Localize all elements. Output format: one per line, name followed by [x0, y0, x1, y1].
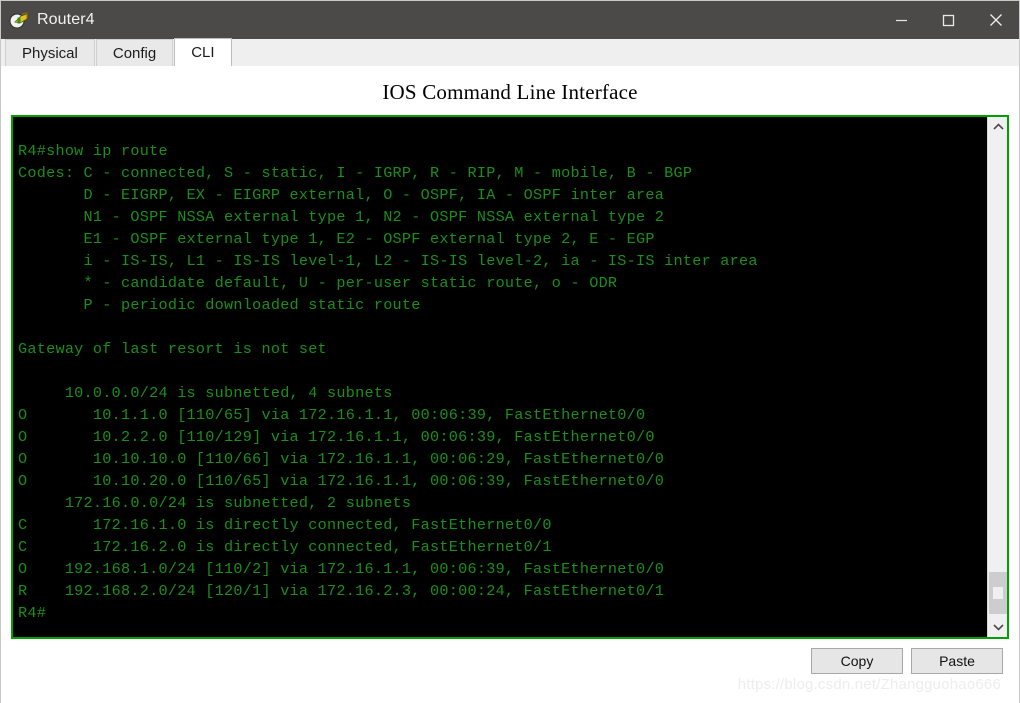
- watermark-text: https://blog.csdn.net/Zhangguohao666: [737, 676, 1001, 693]
- terminal-container: R4#show ip route Codes: C - connected, S…: [11, 115, 1009, 639]
- terminal-output[interactable]: R4#show ip route Codes: C - connected, S…: [13, 132, 987, 622]
- chevron-up-icon: [992, 123, 1004, 130]
- scrollbar-thumb[interactable]: [989, 572, 1007, 614]
- title-bar: Router4: [1, 1, 1019, 39]
- action-button-row: Copy Paste: [811, 648, 1003, 674]
- window-controls: [878, 1, 1019, 39]
- tab-cli[interactable]: CLI: [174, 38, 232, 66]
- scrollbar-up-button[interactable]: [988, 117, 1007, 137]
- close-icon: [989, 14, 1002, 26]
- cli-panel: IOS Command Line Interface R4#show ip ro…: [1, 67, 1019, 703]
- scrollbar-down-button[interactable]: [988, 617, 1007, 637]
- window-title: Router4: [37, 11, 95, 28]
- maximize-icon: [942, 14, 955, 26]
- router-device-icon: [8, 9, 30, 31]
- page-title: IOS Command Line Interface: [382, 80, 638, 104]
- maximize-button[interactable]: [925, 1, 972, 39]
- tab-strip: Physical Config CLI: [1, 38, 1019, 67]
- tab-config[interactable]: Config: [95, 39, 174, 66]
- minimize-icon: [896, 19, 907, 21]
- tab-physical[interactable]: Physical: [5, 39, 95, 66]
- chevron-down-icon: [992, 624, 1004, 631]
- terminal-scrollbar[interactable]: [987, 117, 1007, 637]
- copy-button[interactable]: Copy: [811, 648, 903, 674]
- scrollbar-thumb-grip: [993, 587, 1003, 599]
- router-cli-window: Router4 Physical Config CLI IOS Command …: [0, 0, 1020, 703]
- bottom-bar: Copy Paste https://blog.csdn.net/Zhanggu…: [11, 639, 1009, 703]
- minimize-button[interactable]: [878, 1, 925, 39]
- close-button[interactable]: [972, 1, 1019, 39]
- paste-button[interactable]: Paste: [911, 648, 1003, 674]
